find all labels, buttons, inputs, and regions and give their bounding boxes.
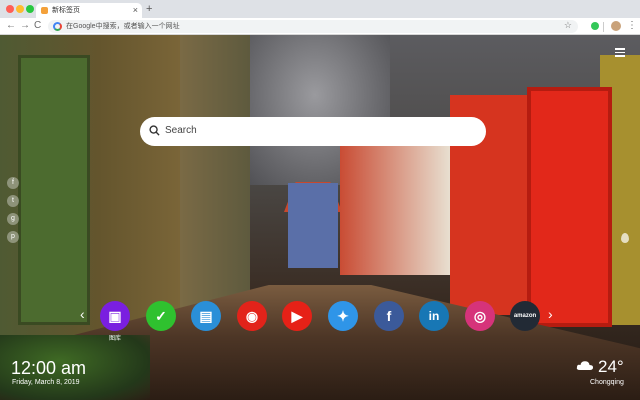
forward-button[interactable]: → <box>20 20 30 32</box>
weather-temperature: 24° <box>598 357 624 376</box>
quick-links-prev-arrow[interactable]: ‹ <box>80 306 85 322</box>
facebook-share-icon[interactable]: f <box>7 177 19 189</box>
quick-links-next-arrow[interactable]: › <box>548 306 553 322</box>
cloud-icon <box>576 361 594 370</box>
quick-link-amazon[interactable]: amazon <box>510 301 540 331</box>
quick-link-linkedin[interactable]: in <box>419 301 449 331</box>
pinterest-share-icon[interactable]: p <box>7 231 19 243</box>
hamburger-menu-icon[interactable] <box>615 48 625 57</box>
search-placeholder: Search <box>165 125 197 136</box>
tab-strip: 新标签页 × + <box>0 0 640 18</box>
quick-link-instagram[interactable]: ◎ <box>465 301 495 331</box>
window-close-button[interactable] <box>6 5 14 13</box>
google-icon <box>53 22 62 31</box>
extension-icon[interactable] <box>591 22 599 30</box>
tab-close-icon[interactable]: × <box>133 4 138 16</box>
bookmark-star-icon[interactable]: ☆ <box>564 19 572 32</box>
browser-tab[interactable]: 新标签页 × <box>36 3 142 18</box>
new-tab-button[interactable]: + <box>146 2 152 16</box>
browser-menu-icon[interactable]: ⋮ <box>627 19 637 32</box>
window-minimize-button[interactable] <box>16 5 24 13</box>
browser-toolbar: ← → C 在Google中搜索，或者输入一个网址 ☆ <box>0 18 640 35</box>
new-tab-page: Search f t g p ‹ › ▣ 图库 ✓ ▤ ◉ ▶ ✦ f in ◎… <box>0 35 640 400</box>
quick-link-twitter[interactable]: ✦ <box>328 301 358 331</box>
droplet-icon[interactable] <box>621 233 629 243</box>
search-box[interactable]: Search <box>140 117 486 146</box>
clock-date: Friday, March 8, 2019 <box>12 379 80 386</box>
quick-link-wallpaper[interactable]: ▣ <box>100 301 130 331</box>
window-maximize-button[interactable] <box>26 5 34 13</box>
google-plus-share-icon[interactable]: g <box>7 213 19 225</box>
clock-time: 12:00 am <box>11 358 87 378</box>
quick-link-news[interactable]: ▤ <box>191 301 221 331</box>
tab-favicon-icon <box>41 7 48 14</box>
weather-city: Chongqing <box>590 379 624 386</box>
quick-link-youtube[interactable]: ▶ <box>282 301 312 331</box>
toolbar-divider <box>603 22 604 32</box>
address-bar-text: 在Google中搜索，或者输入一个网址 <box>66 23 180 30</box>
quick-link-games[interactable]: ◉ <box>237 301 267 331</box>
reload-button[interactable]: C <box>34 20 41 32</box>
quick-link-facebook[interactable]: f <box>374 301 404 331</box>
twitter-share-icon[interactable]: t <box>7 195 19 207</box>
profile-avatar[interactable] <box>611 21 621 31</box>
quick-link-checklist[interactable]: ✓ <box>146 301 176 331</box>
quick-link-label: 图库 <box>108 336 121 342</box>
tab-title: 新标签页 <box>52 7 80 14</box>
address-bar[interactable]: 在Google中搜索，或者输入一个网址 ☆ <box>48 20 578 33</box>
back-button[interactable]: ← <box>6 20 16 32</box>
search-icon <box>149 125 160 136</box>
